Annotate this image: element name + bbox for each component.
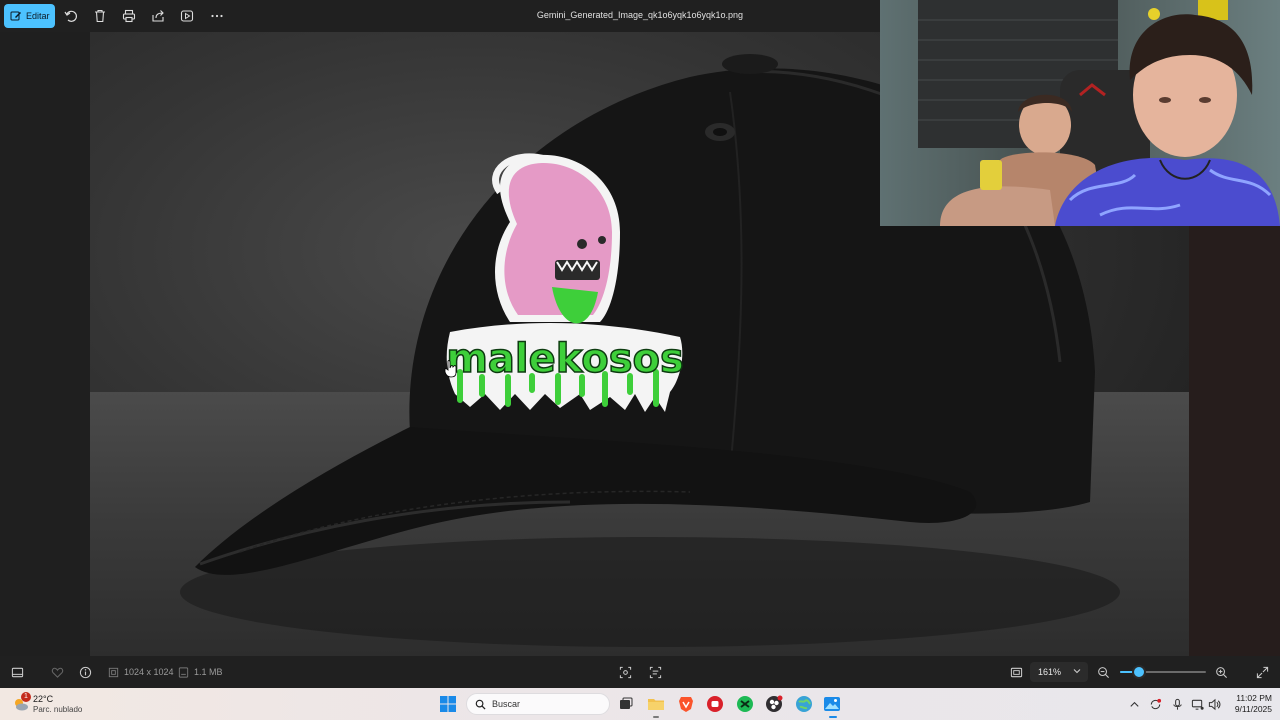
hand-cursor-icon bbox=[444, 360, 457, 378]
windows-taskbar: 1 22°C Parc. nublado Buscar 11:02 PM 9/1… bbox=[0, 688, 1280, 720]
task-view-icon[interactable] bbox=[617, 695, 635, 713]
sync-icon[interactable] bbox=[1148, 697, 1162, 711]
dimensions-icon bbox=[106, 665, 120, 679]
fit-to-window-icon[interactable] bbox=[1009, 665, 1023, 679]
weather-temperature: 22°C bbox=[33, 694, 54, 704]
chevron-down-icon bbox=[1073, 669, 1081, 674]
filmstrip-icon[interactable] bbox=[10, 665, 24, 679]
more-options-icon[interactable] bbox=[209, 8, 225, 24]
windows-start-icon[interactable] bbox=[439, 695, 457, 713]
file-explorer-running-indicator bbox=[653, 716, 659, 718]
delete-icon[interactable] bbox=[92, 8, 108, 24]
webcam-overlay bbox=[880, 0, 1280, 226]
zoom-slider[interactable] bbox=[1120, 665, 1206, 679]
edit-button-label: Editar bbox=[26, 11, 50, 21]
zoom-level-dropdown[interactable]: 161% bbox=[1030, 662, 1088, 682]
network-icon[interactable] bbox=[1190, 697, 1204, 711]
full-screen-icon[interactable] bbox=[1255, 665, 1269, 679]
brave-browser-icon[interactable] bbox=[677, 695, 695, 713]
cap-logo-text: malekosos bbox=[446, 336, 684, 382]
info-icon[interactable] bbox=[78, 665, 92, 679]
photos-running-indicator bbox=[829, 716, 837, 718]
status-bar: 1024 x 1024 1.1 MB 161% bbox=[0, 656, 1280, 688]
file-name-title: Gemini_Generated_Image_qk1o6yqk1o6yqk1o.… bbox=[536, 10, 744, 20]
volume-icon[interactable] bbox=[1207, 697, 1221, 711]
chevron-up-icon[interactable] bbox=[1127, 697, 1141, 711]
zoom-level-value: 161% bbox=[1038, 667, 1062, 677]
search-icon bbox=[475, 699, 486, 710]
text-scan-icon[interactable] bbox=[648, 665, 662, 679]
taskbar-search[interactable]: Buscar bbox=[466, 693, 610, 715]
clock-date: 9/11/2025 bbox=[1234, 704, 1272, 714]
photos-app-icon[interactable] bbox=[823, 695, 841, 713]
webcam-scene bbox=[918, 0, 1280, 226]
system-clock[interactable]: 11:02 PM 9/11/2025 bbox=[1220, 693, 1272, 715]
file-size-icon bbox=[176, 665, 190, 679]
obs-icon[interactable] bbox=[765, 695, 783, 713]
clock-time: 11:02 PM bbox=[1236, 693, 1272, 703]
zoom-slider-thumb[interactable] bbox=[1131, 665, 1146, 679]
weather-condition: Parc. nublado bbox=[33, 705, 83, 714]
globe-app-icon[interactable] bbox=[795, 695, 813, 713]
rotate-icon[interactable] bbox=[63, 8, 79, 24]
image-dimensions: 1024 x 1024 bbox=[124, 667, 174, 677]
favorite-icon[interactable] bbox=[50, 665, 64, 679]
red-app-icon[interactable] bbox=[706, 695, 724, 713]
weather-badge: 1 bbox=[21, 692, 31, 702]
file-size: 1.1 MB bbox=[194, 667, 223, 677]
weather-widget[interactable]: 1 22°C Parc. nublado bbox=[12, 692, 102, 717]
search-placeholder: Buscar bbox=[492, 699, 521, 709]
share-icon[interactable] bbox=[150, 8, 166, 24]
edit-button[interactable]: Editar bbox=[4, 4, 55, 28]
microphone-icon[interactable] bbox=[1170, 697, 1184, 711]
green-app-icon[interactable] bbox=[736, 695, 754, 713]
zoom-out-icon[interactable] bbox=[1096, 665, 1110, 679]
print-icon[interactable] bbox=[121, 8, 137, 24]
slideshow-icon[interactable] bbox=[179, 8, 195, 24]
edit-icon bbox=[10, 11, 21, 21]
zoom-in-icon[interactable] bbox=[1214, 665, 1228, 679]
file-explorer-icon[interactable] bbox=[647, 695, 665, 713]
crop-focus-icon[interactable] bbox=[618, 665, 632, 679]
